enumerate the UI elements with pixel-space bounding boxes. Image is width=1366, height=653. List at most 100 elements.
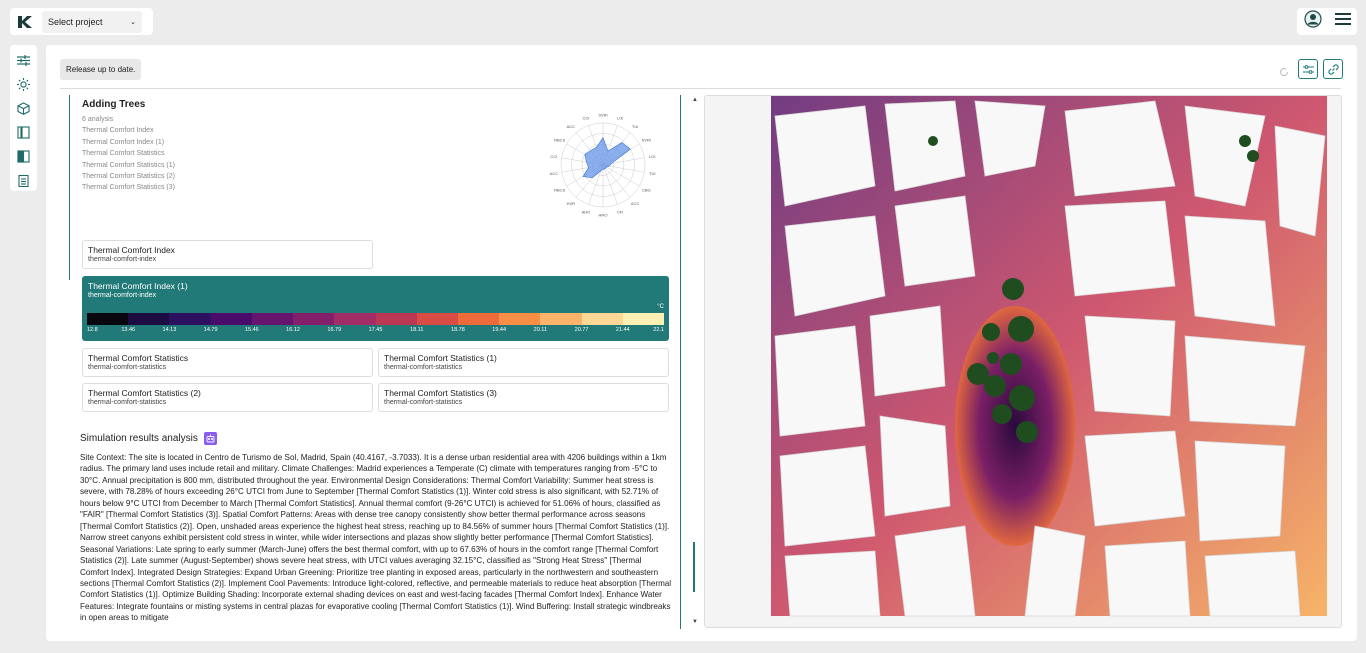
card-subtitle: thermal-comfort-statistics — [384, 364, 463, 371]
radar-axis-label: ACC — [567, 124, 576, 129]
colorbar-tick-label: 18.11 — [410, 327, 424, 333]
colorbar-tick-label: 15.46 — [244, 327, 259, 333]
card-subtitle: thermal-comfort-statistics — [384, 399, 463, 406]
card-title: Thermal Comfort Statistics (2) — [88, 388, 201, 398]
colorbar-tick-label: 16.79 — [327, 327, 342, 333]
analysis-card[interactable]: Thermal Comfort Statistics (3) thermal-c… — [378, 383, 669, 412]
analysis-card[interactable]: Thermal Comfort Statistics thermal-comfo… — [82, 348, 373, 377]
project-select-label: Select project — [48, 16, 103, 27]
thermal-map[interactable] — [705, 96, 1342, 628]
radar-axis-label: CCI — [582, 116, 589, 121]
analysis-item[interactable]: Thermal Comfort Statistics (1) — [82, 160, 175, 171]
filter-settings-button[interactable] — [1298, 59, 1318, 79]
release-status-button[interactable]: Release up to date. — [60, 59, 142, 80]
radar-axis-label: LOI — [649, 154, 655, 159]
card-title: Thermal Comfort Statistics (1) — [384, 353, 497, 363]
compare-icon[interactable] — [16, 148, 32, 164]
header-divider — [60, 88, 1341, 89]
simulation-results-text: Site Context: The site is located in Cen… — [80, 453, 672, 623]
radar-axis-label: LOI — [617, 116, 623, 121]
radar-axis-label: TUI — [649, 171, 655, 176]
colorbar-tick-label: 14.79 — [203, 327, 218, 333]
colorbar-tick-label: 13.46 — [121, 327, 136, 333]
colorbar-segment — [416, 313, 458, 325]
colorbar-segment — [87, 313, 129, 325]
analysis-card[interactable]: Thermal Comfort Index thermal-comfort-in… — [82, 240, 373, 269]
colorbar-tick-label: 12.8 — [87, 327, 98, 333]
colorbar-tick-label: 16.12 — [286, 327, 300, 333]
colorbar-tick-label: 19.44 — [492, 327, 507, 333]
colorbar-segment — [581, 313, 623, 325]
analysis-card[interactable]: Thermal Comfort Statistics (1) thermal-c… — [378, 348, 669, 377]
colorbar-tick-label: 20.11 — [533, 327, 548, 333]
colorbar-segment — [334, 313, 376, 325]
analysis-list: 6 analysis Thermal Comfort Index Thermal… — [82, 114, 175, 194]
card-title: Thermal Comfort Statistics — [88, 353, 189, 363]
colorbar-ticks: 12.8 13.46 14.13 14.79 15.46 16.12 16.79 17.45 1… — [87, 327, 664, 337]
ai-robot-icon[interactable] — [203, 432, 217, 445]
link-button[interactable] — [1323, 59, 1343, 79]
top-left-bar: Select project ⌄ — [10, 8, 153, 35]
analysis-card[interactable]: Thermal Comfort Statistics (2) thermal-c… — [82, 383, 373, 412]
scroll-up-arrow[interactable]: ▲ — [692, 97, 698, 103]
radar-axis-label: RBCS — [554, 188, 565, 193]
colorbar-tick-label: 21.44 — [615, 327, 630, 333]
avatar[interactable] — [1303, 10, 1322, 33]
tree-line — [69, 95, 70, 280]
radar-axis-label: CBG — [642, 188, 651, 193]
colorbar-segment — [293, 313, 335, 325]
app-logo[interactable] — [16, 13, 34, 31]
colorbar-segment — [540, 313, 582, 325]
colorbar-tick-label: 20.77 — [574, 327, 589, 333]
colorbar-segment — [128, 313, 170, 325]
refresh-icon[interactable] — [1279, 64, 1289, 77]
analysis-panel: ▲ ▼ Adding Trees 6 analysis Thermal Comf… — [60, 95, 700, 629]
radar-axis-label: TUI — [632, 124, 638, 129]
scrollbar-thumb[interactable] — [693, 542, 695, 592]
card-title: Thermal Comfort Index — [88, 245, 175, 255]
card-subtitle: thermal-comfort-statistics — [88, 364, 167, 371]
colorbar-segment — [375, 313, 417, 325]
thermal-map-view[interactable] — [704, 95, 1342, 628]
colorbar-legend: °C 12.8 13.46 14.13 14.79 15.46 16.12 16.79 17.… — [87, 304, 665, 337]
project-select[interactable]: Select project ⌄ — [42, 10, 142, 33]
radar-series — [582, 137, 631, 179]
radar-axis-label: HRO — [599, 213, 608, 218]
colorbar-tick-label: 17.45 — [368, 327, 383, 333]
colorbar-segment — [457, 313, 500, 325]
analysis-card-active[interactable]: Thermal Comfort Index (1) thermal-comfor… — [82, 276, 669, 341]
clipboard-icon[interactable] — [16, 172, 32, 188]
colorbar-segment — [169, 313, 211, 325]
radar-axis-label: SVRI — [598, 113, 607, 118]
colorbar-tick-label: 22.1 — [653, 327, 664, 333]
top-right-bar — [1297, 8, 1357, 35]
simulation-title-text: Simulation results analysis — [80, 433, 198, 444]
radar-axis-label: SVRI — [642, 138, 651, 143]
card-subtitle: thermal-comfort-index — [88, 256, 157, 263]
analysis-item[interactable]: Thermal Comfort Statistics (3) — [82, 182, 175, 193]
radar-axis-label: CCI — [550, 154, 557, 159]
radar-axis — [602, 164, 631, 198]
analysis-item[interactable]: Thermal Comfort Statistics (2) — [82, 171, 175, 182]
cube-icon[interactable] — [16, 100, 32, 116]
chevron-down-icon: ⌄ — [130, 18, 136, 26]
sun-icon[interactable] — [16, 76, 32, 92]
sidebar — [10, 45, 37, 191]
header-actions — [1279, 59, 1343, 79]
main-panel: Release up to date. ▲ ▼ Adding Trees 6 a… — [46, 45, 1357, 641]
analysis-item[interactable]: Thermal Comfort Index — [82, 125, 175, 136]
colorbar-segment — [210, 313, 252, 325]
analysis-item[interactable]: Thermal Comfort Statistics — [82, 148, 175, 159]
colorbar-unit: °C — [657, 304, 664, 310]
sliders-icon[interactable] — [16, 52, 32, 68]
radar-axis-label: HVR — [567, 201, 576, 206]
book-icon[interactable] — [16, 124, 32, 140]
analysis-item[interactable]: Thermal Comfort Index (1) — [82, 137, 175, 148]
hamburger-menu-icon[interactable] — [1334, 12, 1351, 31]
radar-axis-label: AHO — [582, 209, 591, 214]
colorbar-tick-label: 14.13 — [162, 327, 177, 333]
colorbar-segment — [499, 313, 541, 325]
scroll-down-arrow[interactable]: ▼ — [692, 619, 698, 625]
scenario-title: Adding Trees — [82, 99, 146, 110]
card-subtitle: thermal-comfort-statistics — [88, 399, 167, 406]
